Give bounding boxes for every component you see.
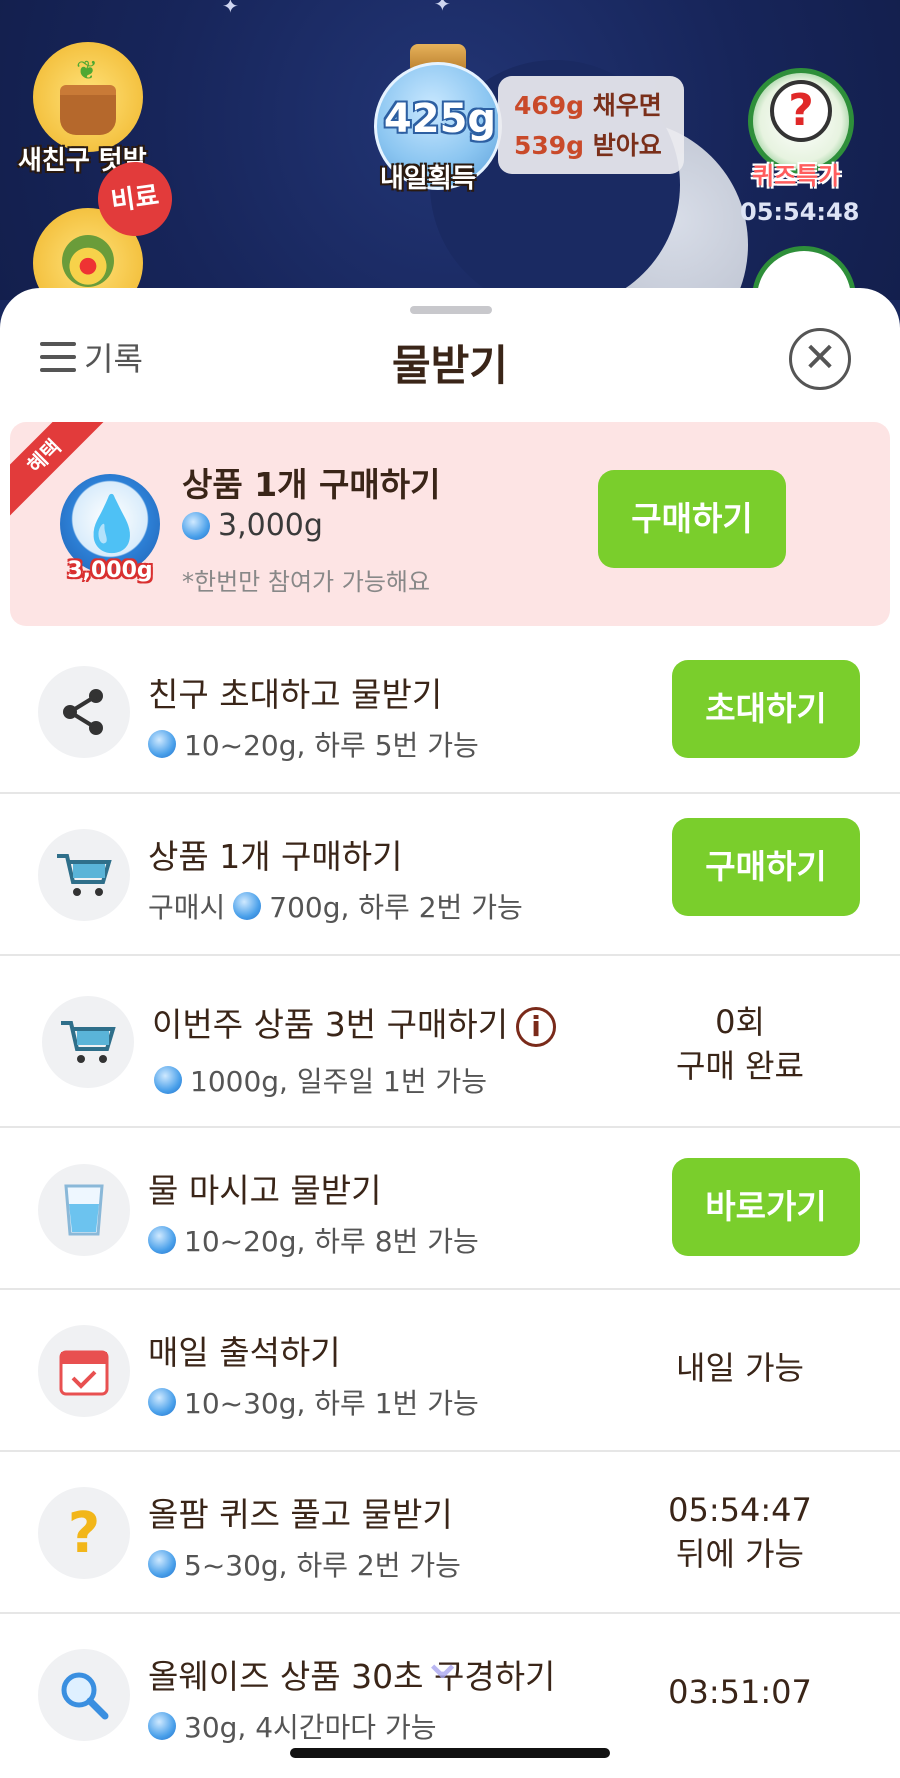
task-reward-text: 10~30g, 하루 1번 가능 [184,1387,479,1420]
close-icon: ✕ [803,335,837,381]
task-reward: 구매시 700g, 하루 2번 가능 [148,886,523,926]
sheet-title: 물받기 [392,341,508,390]
task-reward-text: 1000g, 일주일 1번 가능 [190,1065,488,1098]
task-title: 올웨이즈 상품 30초 구경하기 [148,1657,556,1696]
promo-buy-button[interactable]: 구매하기 [598,470,786,568]
task-row-invite: 친구 초대하고 물받기 10~20g, 하루 5번 가능 초대하기 [0,632,900,794]
cart-icon [42,996,134,1088]
task-status: 03:51:07 [668,1673,812,1711]
buy-button[interactable]: 구매하기 [672,818,860,916]
game-background: ✦ ✦ ❦ 새친구 텃밭 비료 425g 내일획득 469g 채우면 539g … [0,0,900,300]
fertilizer-icon [62,235,114,287]
tooltip-line-2: 539g 받아요 [514,126,668,166]
water-drop-icon [148,1712,176,1740]
tooltip-line-1: 469g 채우면 [514,86,668,126]
info-icon[interactable]: i [516,1006,557,1047]
water-drop-icon [148,1550,176,1578]
available-after: 뒤에 가능 [676,1535,804,1573]
tooltip-amount-2: 539g [514,131,585,160]
task-reward: 10~20g, 하루 8번 가능 [148,1220,479,1260]
tooltip-amount-1: 469g [514,91,585,120]
promo-reward-amount: 3,000g [218,508,323,543]
home-indicator[interactable] [290,1748,610,1758]
task-title: 매일 출석하기 [148,1333,341,1372]
invite-button[interactable]: 초대하기 [672,660,860,758]
task-reward-text: 10~20g, 하루 5번 가능 [184,729,479,762]
water-drops-icon: 💧 [78,492,146,555]
task-row-quiz: ? 올팜 퀴즈 풀고 물받기 5~30g, 하루 2번 가능 05:54:47 … [0,1452,900,1614]
task-reward-text: 10~20g, 하루 8번 가능 [184,1225,479,1258]
promo-note: *한번만 참여가 가능해요 [182,568,431,596]
task-title: 올팜 퀴즈 풀고 물받기 [148,1495,453,1534]
water-drop-icon [148,730,176,758]
tooltip-text-2: 받아요 [584,131,662,160]
jar-amount: 425g [383,96,497,142]
task-reward: 1000g, 일주일 1번 가능 [154,1060,487,1100]
quiz-sale-label: 퀴즈특가 [752,162,841,190]
go-now-button[interactable]: 바로가기 [672,1158,860,1256]
task-reward-text: 5~30g, 하루 2번 가능 [184,1549,461,1582]
task-reward-prefix: 구매시 [148,891,226,924]
water-drop-icon [233,892,262,920]
jar-tooltip: 469g 채우면 539g 받아요 [498,76,684,174]
task-status: 내일 가능 [676,1349,804,1387]
task-row-drink-water: 물 마시고 물받기 10~20g, 하루 8번 가능 바로가기 [0,1128,900,1290]
task-reward: 10~30g, 하루 1번 가능 [148,1382,479,1422]
tooltip-text-1: 채우면 [584,91,662,120]
flower-pot-icon [60,85,116,135]
task-row-buy-one: 상품 1개 구매하기 구매시 700g, 하루 2번 가능 구매하기 [0,794,900,956]
star-icon: ✦ [434,0,451,16]
task-row-buy-weekly: 이번주 상품 3번 구매하기 i 1000g, 일주일 1번 가능 0회 구매 완… [0,956,900,1128]
task-title-text: 이번주 상품 3번 구매하기 [152,1005,509,1044]
task-reward: 5~30g, 하루 2번 가능 [148,1544,461,1584]
promo-reward: 3,000g [182,508,323,543]
water-drop-icon [148,1388,176,1416]
task-title: 이번주 상품 3번 구매하기 i [152,998,557,1047]
task-status: 05:54:47 뒤에 가능 [640,1488,840,1576]
question-icon: ? [38,1487,130,1579]
water-sheet: 기록 물받기 ✕ 혜택 💧 3,000g 상품 1개 구매하기 3,000g *… [0,288,900,1778]
coin-amount-label: 3,000g [67,558,153,583]
task-status: 0회 구매 완료 [640,1000,840,1088]
countdown-timer: 05:54:47 [668,1491,812,1529]
task-reward-text: 700g, 하루 2번 가능 [269,891,523,924]
scroll-down-icon[interactable]: ⌄ [420,1628,465,1691]
task-title: 친구 초대하고 물받기 [148,675,443,714]
star-icon: ✦ [222,0,239,18]
cart-icon [38,829,130,921]
task-row-attendance: 매일 출석하기 10~30g, 하루 1번 가능 내일 가능 [0,1290,900,1452]
task-title: 상품 1개 구매하기 [148,837,403,876]
purchase-count: 0회 [715,1003,765,1041]
task-reward: 10~20g, 하루 5번 가능 [148,724,479,764]
share-icon [38,666,130,758]
sheet-drag-handle[interactable] [410,306,492,314]
purchase-status: 구매 완료 [676,1047,804,1085]
calendar-icon [38,1325,130,1417]
task-reward: 30g, 4시간마다 가능 [148,1706,436,1746]
water-drop-icon [154,1066,182,1094]
water-drop-icon [148,1226,176,1254]
quiz-timer: 05:54:48 [740,198,860,226]
sprout-icon: ❦ [76,56,98,86]
jar-label: 내일획득 [380,164,476,194]
question-icon: ? [770,80,832,142]
promo-card: 혜택 💧 3,000g 상품 1개 구매하기 3,000g *한번만 참여가 가… [10,422,890,626]
close-button[interactable]: ✕ [789,328,851,390]
task-title: 물 마시고 물받기 [148,1171,382,1210]
water-drop-icon [182,511,210,540]
search-icon [38,1649,130,1741]
promo-title: 상품 1개 구매하기 [182,465,441,504]
task-reward-text: 30g, 4시간마다 가능 [184,1711,437,1744]
water-glass-icon [38,1164,130,1256]
